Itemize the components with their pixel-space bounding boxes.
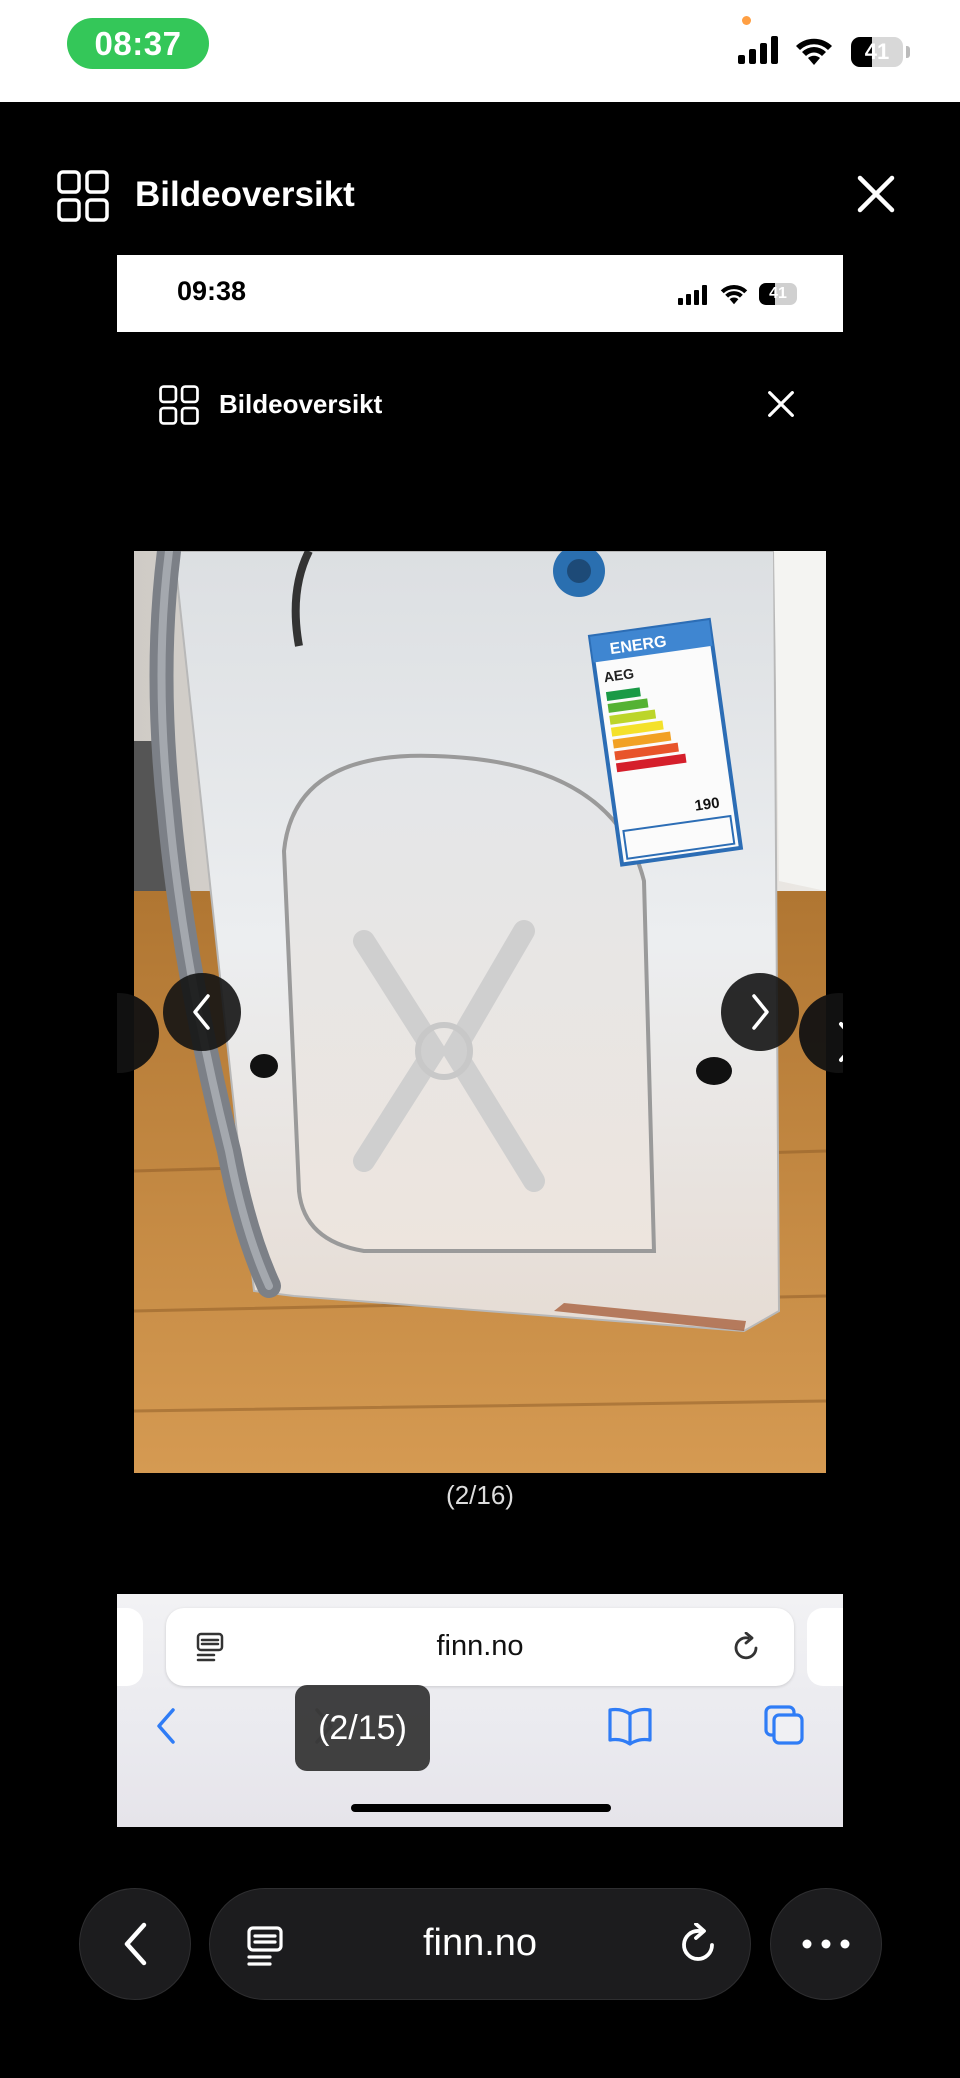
page-title[interactable]: Bildeoversikt: [135, 172, 355, 218]
inner-battery-level: 41: [769, 285, 787, 302]
inner-cellular-signal-icon: [678, 285, 710, 305]
more-options-button[interactable]: [770, 1888, 882, 2000]
grid-overview-icon[interactable]: [57, 170, 109, 222]
inner-home-indicator: [351, 1804, 611, 1812]
nested-screenshot: 09:38 41 Bildeoversikt ENERG AEG 190 (2/…: [117, 255, 843, 1827]
foot-hole-right: [696, 1057, 732, 1085]
battery-nub: [906, 46, 910, 58]
image-counter-overlay: (2/15): [295, 1685, 430, 1771]
energy-label-number: 190: [694, 794, 721, 814]
inner-outer-chevron-right-icon: [839, 1022, 843, 1062]
inner-status-bar: 09:38 41: [117, 255, 843, 332]
inner-battery-icon: 41: [759, 283, 797, 305]
chevron-left-icon: [124, 1922, 147, 1966]
inner-close-icon: [768, 391, 794, 417]
inner-safari-toolbar: finn.no: [117, 1594, 843, 1827]
photo-prev-button[interactable]: [163, 973, 241, 1051]
chevron-right-icon: [752, 994, 769, 1030]
inner-bookmarks-icon: [608, 1707, 652, 1746]
photo-next-button[interactable]: [721, 973, 799, 1051]
privacy-indicator-dot: [742, 16, 751, 25]
inner-url-text: finn.no: [436, 1630, 524, 1662]
service-door: [281, 753, 657, 1253]
ellipsis-icon: [802, 1939, 850, 1949]
cellular-signal-icon: [738, 36, 782, 64]
address-bar[interactable]: finn.no: [209, 1888, 751, 2000]
inner-back-icon: [157, 1708, 175, 1744]
back-button[interactable]: [79, 1888, 191, 2000]
status-time: 08:37: [67, 18, 209, 69]
battery-icon: 41: [851, 37, 903, 67]
url-text[interactable]: finn.no: [210, 1922, 750, 1965]
inner-address-bar: finn.no: [166, 1608, 794, 1686]
washing-machine-side: [774, 551, 826, 891]
foot-hole-left: [250, 1054, 278, 1078]
battery-level: 41: [864, 39, 890, 64]
inner-status-time: 09:38: [177, 276, 247, 306]
inner-next-tab-edge: [807, 1608, 843, 1686]
inner-reload-icon: [734, 1632, 758, 1660]
reload-icon[interactable]: [678, 1923, 720, 1965]
inner-prev-tab-edge: [117, 1608, 143, 1686]
chevron-left-icon: [193, 994, 210, 1030]
photo-counter: (2/16): [446, 1480, 514, 1510]
inner-wifi-icon: [720, 285, 748, 305]
status-bar: 08:37 41: [0, 0, 960, 102]
inner-grid-overview-icon: [159, 385, 199, 425]
close-icon[interactable]: [852, 170, 900, 218]
wifi-icon: [796, 38, 832, 65]
inner-tabs-icon: [764, 1705, 804, 1745]
water-inlet-ring: [567, 559, 591, 583]
inner-page-title: Bildeoversikt: [219, 389, 383, 419]
